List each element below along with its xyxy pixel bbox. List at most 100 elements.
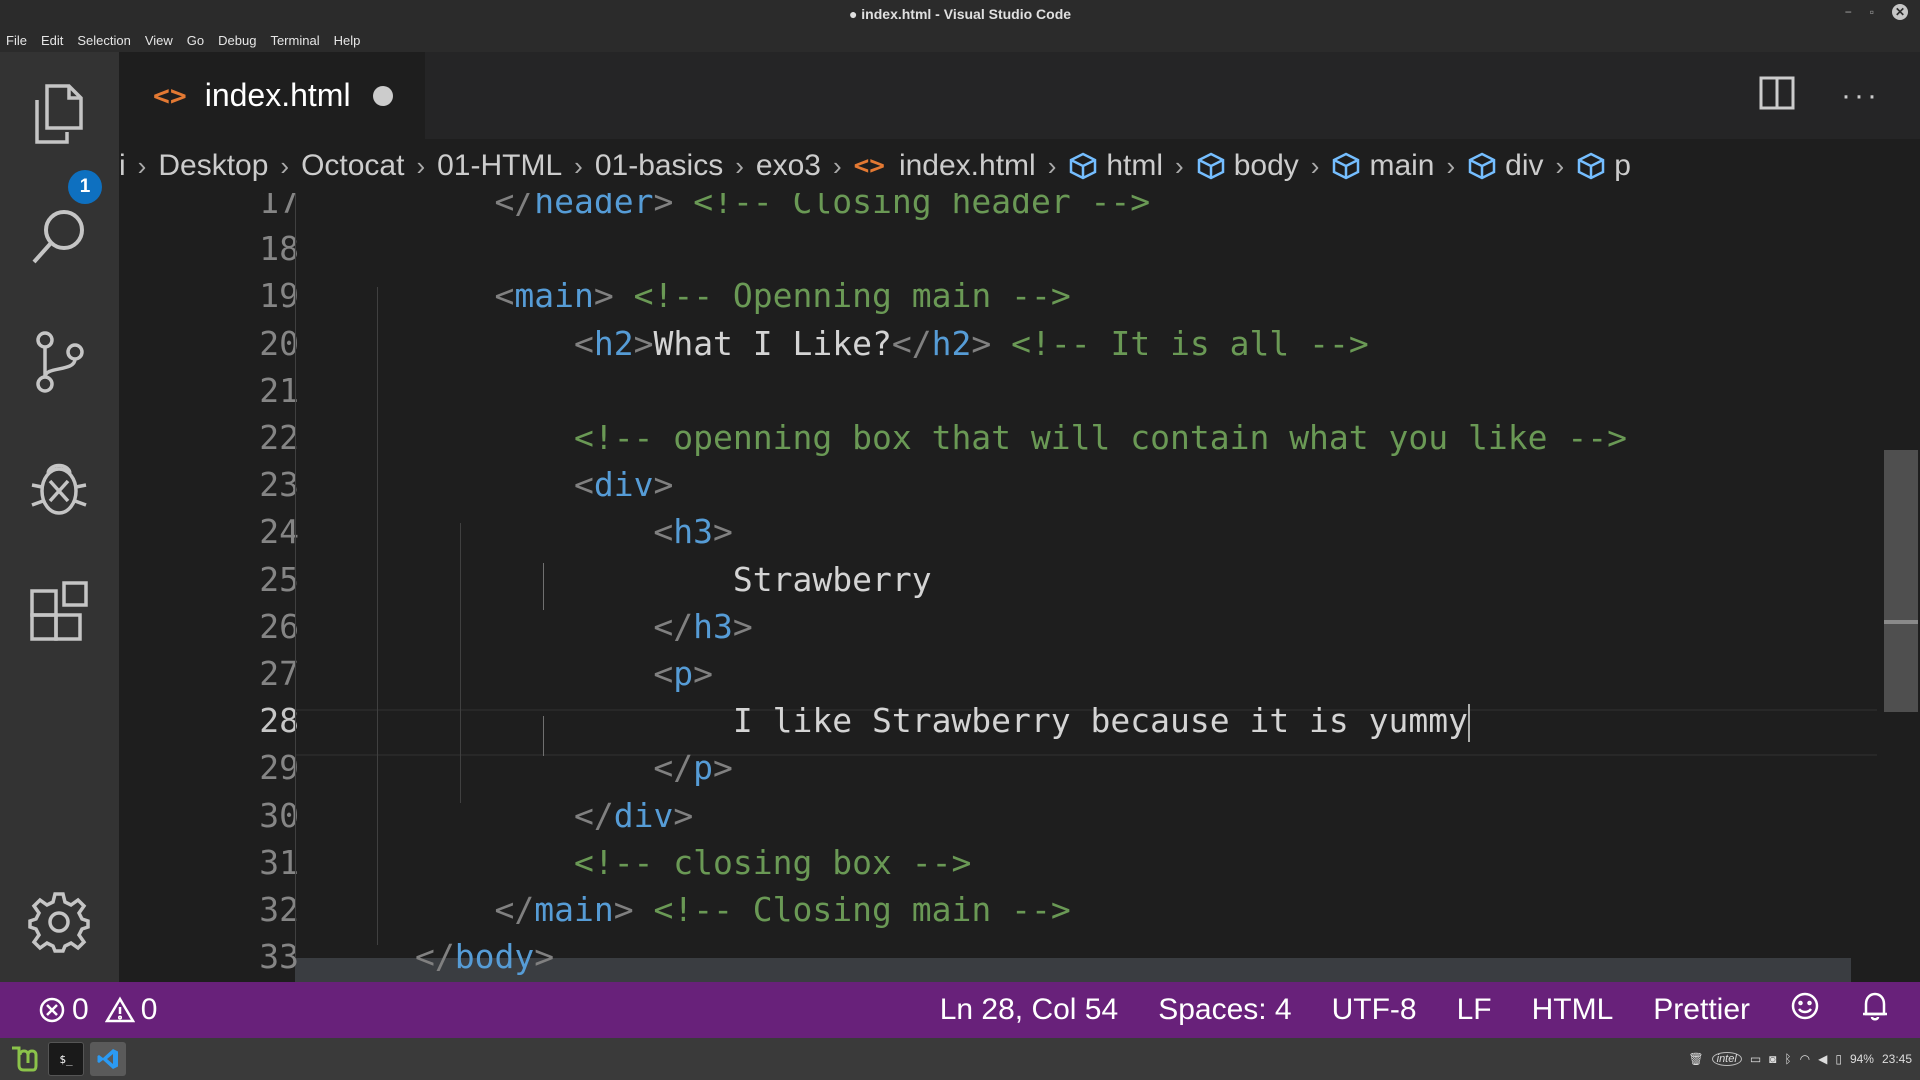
activity-bar: 1: [0, 52, 119, 982]
settings-gear-icon[interactable]: [24, 887, 94, 957]
breadcrumb-symbol-label: html: [1106, 149, 1164, 182]
clock[interactable]: 23:45: [1882, 1052, 1912, 1066]
breadcrumb-folder[interactable]: Octocat: [301, 149, 404, 183]
indent-guide: [295, 193, 296, 958]
menu-view[interactable]: View: [145, 33, 173, 48]
vscode-app-icon[interactable]: [90, 1042, 126, 1076]
start-menu-icon[interactable]: [6, 1042, 42, 1076]
bluetooth-icon[interactable]: ᛒ: [1784, 1052, 1791, 1066]
extensions-icon[interactable]: [24, 577, 94, 647]
problems-indicator[interactable]: 0 0: [38, 993, 157, 1027]
battery-icon[interactable]: ▯: [1835, 1052, 1842, 1066]
breadcrumb-symbol-div[interactable]: div: [1467, 149, 1544, 183]
breadcrumb-folder[interactable]: exo3: [756, 149, 821, 183]
breadcrumb-symbol-main[interactable]: main: [1331, 149, 1434, 183]
breadcrumb-folder[interactable]: Desktop: [158, 149, 268, 183]
more-actions-icon[interactable]: ···: [1841, 80, 1880, 110]
code-line[interactable]: </h3>: [415, 603, 752, 650]
terminal-app-icon[interactable]: $_: [48, 1042, 84, 1076]
code-punctuation: <: [573, 323, 594, 363]
source-control-icon[interactable]: [24, 327, 94, 397]
code-line[interactable]: </div>: [415, 792, 693, 839]
code-line[interactable]: </main> <!-- Closing main -->: [415, 886, 1070, 933]
breadcrumb-folder[interactable]: 01-HTML: [437, 149, 562, 183]
menu-selection[interactable]: Selection: [77, 33, 130, 48]
code-line[interactable]: <!-- openning box that will contain what…: [415, 414, 1627, 461]
window-title: ● index.html - Visual Studio Code: [848, 6, 1072, 22]
chevron-right-icon: ›: [280, 150, 290, 181]
symbol-cube-icon: [1070, 152, 1097, 180]
code-line[interactable]: <div>: [415, 461, 673, 508]
vertical-scrollbar[interactable]: [1884, 450, 1918, 712]
minimize-icon[interactable]: −: [1845, 5, 1852, 19]
code-comment: <!-- Closing header -->: [693, 193, 1151, 221]
menu-edit[interactable]: Edit: [41, 33, 63, 48]
breadcrumb-symbol-body[interactable]: body: [1196, 149, 1299, 183]
line-number: 21: [259, 370, 299, 410]
line-number: 31: [259, 842, 299, 882]
indent-guide: [377, 287, 378, 945]
wifi-icon[interactable]: ◠: [1800, 1052, 1810, 1066]
error-icon: [39, 997, 65, 1023]
breadcrumb-folder[interactable]: 01-basics: [595, 149, 723, 183]
menu-file[interactable]: File: [6, 33, 27, 48]
code-line[interactable]: <h2>What I Like?</h2> <!-- It is all -->: [415, 320, 1369, 367]
menu-terminal[interactable]: Terminal: [270, 33, 319, 48]
formatter-status[interactable]: Prettier: [1653, 993, 1750, 1027]
code-punctuation: >: [693, 654, 714, 693]
indentation-setting[interactable]: Spaces: 4: [1158, 993, 1291, 1027]
breadcrumb-file[interactable]: <> index.html: [854, 149, 1036, 183]
camera-icon[interactable]: ◙: [1769, 1052, 1776, 1066]
end-of-line-setting[interactable]: LF: [1457, 993, 1492, 1027]
code-line[interactable]: </header> <!-- Closing header -->: [415, 193, 1150, 225]
code-editor[interactable]: 17 18 19 20 21 22 23 24 25 26 27 28 29 30 31 32 33 </hea…: [119, 193, 1920, 982]
volume-icon[interactable]: ◀: [1818, 1052, 1827, 1066]
feedback-smiley-icon[interactable]: [1790, 991, 1820, 1029]
code-line[interactable]: <main> <!-- Openning main -->: [415, 272, 1070, 319]
trash-icon[interactable]: 🗑: [1688, 1052, 1703, 1066]
notifications-bell-icon[interactable]: [1860, 990, 1890, 1030]
code-tag-name: div: [613, 795, 674, 835]
code-line[interactable]: </body>: [415, 933, 554, 980]
code-line[interactable]: <p>: [415, 650, 713, 697]
menu-help[interactable]: Help: [334, 33, 361, 48]
search-icon[interactable]: [24, 202, 94, 272]
code-line[interactable]: <!-- closing box -->: [415, 839, 971, 886]
symbol-cube-icon: [1577, 152, 1605, 180]
language-mode[interactable]: HTML: [1532, 993, 1614, 1027]
unsaved-dot-icon[interactable]: [372, 85, 393, 106]
cursor-position[interactable]: Ln 28, Col 54: [940, 993, 1118, 1027]
html-file-icon: <>: [153, 79, 187, 112]
menu-debug[interactable]: Debug: [218, 33, 256, 48]
tab-index-html[interactable]: <> index.html: [119, 52, 425, 139]
code-punctuation: <: [653, 654, 674, 693]
code-line[interactable]: I like Strawberry because it is yummy: [415, 697, 1470, 744]
code-tag-name: main: [514, 276, 594, 316]
intel-graphics-icon[interactable]: intel: [1711, 1052, 1742, 1066]
explorer-badge: 1: [68, 170, 102, 204]
display-icon[interactable]: ▭: [1750, 1052, 1761, 1066]
code-lines[interactable]: </header> <!-- Closing header --> <main>…: [415, 193, 1915, 982]
line-number: 26: [259, 606, 299, 646]
restore-icon[interactable]: ▫: [1870, 5, 1874, 19]
menu-go[interactable]: Go: [187, 33, 204, 48]
explorer-icon[interactable]: [24, 79, 94, 149]
code-text: I like Strawberry because it is yummy: [732, 701, 1468, 741]
error-count: 0: [72, 993, 89, 1026]
breadcrumb-folder[interactable]: i: [119, 149, 126, 183]
breadcrumb-symbol-html[interactable]: html: [1068, 149, 1163, 183]
code-line[interactable]: Strawberry: [415, 556, 932, 603]
line-number: 25: [259, 559, 299, 599]
code-tag-name: p: [673, 654, 694, 693]
code-line[interactable]: </p>: [415, 744, 733, 791]
split-editor-icon[interactable]: [1759, 76, 1795, 115]
line-number: 28: [259, 701, 299, 741]
debug-icon[interactable]: [24, 452, 94, 522]
battery-percent: 94%: [1849, 1052, 1874, 1066]
encoding-setting[interactable]: UTF-8: [1332, 993, 1417, 1027]
breadcrumb-symbol-p[interactable]: p: [1576, 149, 1631, 183]
code-line[interactable]: <h3>: [415, 508, 733, 555]
close-icon[interactable]: ✕: [1892, 4, 1908, 20]
